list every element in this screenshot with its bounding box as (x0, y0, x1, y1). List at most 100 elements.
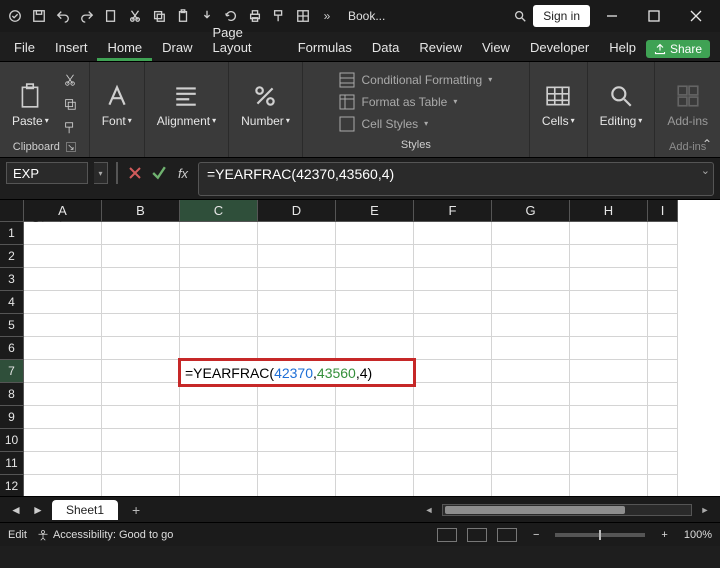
borders-icon[interactable] (292, 5, 314, 27)
scroll-left-icon[interactable]: ◄ (422, 503, 436, 517)
select-all-corner[interactable] (0, 200, 24, 222)
copy-button[interactable] (59, 95, 81, 113)
tab-formulas[interactable]: Formulas (288, 34, 362, 61)
row-header-1[interactable]: 1 (0, 222, 24, 245)
column-header-B[interactable]: B (102, 200, 180, 222)
more-commands-icon[interactable]: » (316, 5, 338, 27)
worksheet[interactable]: ABCDEFGHI 123456789101112 Start DateEnd … (0, 200, 720, 496)
new-file-icon[interactable] (100, 5, 122, 27)
cut-icon[interactable] (124, 5, 146, 27)
tab-review[interactable]: Review (409, 34, 472, 61)
formula-input[interactable]: =YEARFRAC(42370,43560,4) (198, 162, 714, 196)
editing-button[interactable]: Editing▾ (596, 80, 647, 128)
expand-formula-bar-icon[interactable]: ⌄ (701, 164, 710, 177)
minimize-icon[interactable] (592, 0, 632, 32)
row-header-6[interactable]: 6 (0, 337, 24, 360)
addins-button[interactable]: Add-ins (663, 80, 712, 128)
prev-sheet-icon[interactable]: ◄ (8, 503, 24, 517)
column-header-E[interactable]: E (336, 200, 414, 222)
cell-styles-button[interactable]: Cell Styles ▾ (339, 116, 492, 132)
alignment-icon (171, 80, 201, 112)
save-icon[interactable] (28, 5, 50, 27)
group-clipboard: Paste▾ Clipboard ↘ (0, 62, 90, 157)
row-header-5[interactable]: 5 (0, 314, 24, 337)
font-button[interactable]: Font▾ (98, 80, 136, 128)
horizontal-scrollbar[interactable] (442, 504, 692, 516)
next-sheet-icon[interactable]: ► (30, 503, 46, 517)
row-header-8[interactable]: 8 (0, 383, 24, 406)
fx-icon[interactable]: fx (174, 162, 192, 184)
scrollbar-thumb[interactable] (445, 506, 625, 514)
row-header-10[interactable]: 10 (0, 429, 24, 452)
conditional-formatting-button[interactable]: Conditional Formatting ▾ (339, 72, 492, 88)
column-header-I[interactable]: I (648, 200, 678, 222)
cells-button[interactable]: Cells▾ (538, 80, 579, 128)
column-header-H[interactable]: H (570, 200, 648, 222)
row-header-11[interactable]: 11 (0, 452, 24, 475)
undo-icon[interactable] (52, 5, 74, 27)
cancel-icon[interactable] (126, 162, 144, 184)
cell-grid[interactable]: Start DateEnd DateFraction42370424610.25… (24, 222, 102, 496)
scroll-right-icon[interactable]: ► (698, 503, 712, 517)
tab-insert[interactable]: Insert (45, 34, 98, 61)
row-headers: 123456789101112 (0, 222, 24, 496)
maximize-icon[interactable] (634, 0, 674, 32)
addins-icon (673, 80, 703, 112)
copy-icon[interactable] (148, 5, 170, 27)
tab-file[interactable]: File (4, 34, 45, 61)
tab-draw[interactable]: Draw (152, 34, 202, 61)
column-header-D[interactable]: D (258, 200, 336, 222)
sign-in-button[interactable]: Sign in (533, 5, 590, 27)
search-icon[interactable] (509, 5, 531, 27)
close-icon[interactable] (676, 0, 716, 32)
editing-cell[interactable]: =YEARFRAC(42370,43560,4) (178, 358, 416, 387)
row-header-7[interactable]: 7 (0, 360, 24, 383)
row-header-3[interactable]: 3 (0, 268, 24, 291)
tab-developer[interactable]: Developer (520, 34, 599, 61)
row-header-4[interactable]: 4 (0, 291, 24, 314)
collapse-ribbon-icon[interactable]: ⌃ (702, 137, 712, 151)
name-box-dropdown[interactable]: ▾ (94, 162, 108, 184)
dialog-launcher-icon[interactable]: ↘ (66, 142, 76, 152)
tab-page-layout[interactable]: Page Layout (203, 19, 288, 61)
name-box[interactable]: EXP (6, 162, 88, 184)
clipboard-group-label: Clipboard (13, 141, 60, 153)
page-layout-view-icon[interactable] (467, 528, 487, 542)
row-header-2[interactable]: 2 (0, 245, 24, 268)
format-painter-button[interactable] (59, 119, 81, 137)
sheet-tab-bar: ◄ ► Sheet1 + ◄ ► (0, 496, 720, 522)
add-sheet-icon[interactable]: + (124, 502, 148, 518)
zoom-level[interactable]: 100% (684, 529, 712, 541)
group-font: Font▾ . (90, 62, 145, 157)
paste-icon[interactable] (172, 5, 194, 27)
paste-button[interactable]: Paste▾ (8, 80, 53, 128)
cut-button[interactable] (59, 71, 81, 89)
accessibility-status[interactable]: Accessibility: Good to go (37, 529, 173, 541)
row-header-12[interactable]: 12 (0, 475, 24, 496)
page-break-view-icon[interactable] (497, 528, 517, 542)
chevron-down-icon: ▾ (453, 98, 457, 106)
format-as-table-button[interactable]: Format as Table ▾ (339, 94, 492, 110)
chevron-down-icon: ▾ (424, 120, 428, 128)
autosave-icon[interactable] (4, 5, 26, 27)
tab-view[interactable]: View (472, 34, 520, 61)
enter-icon[interactable] (150, 162, 168, 184)
column-header-C[interactable]: C (180, 200, 258, 222)
normal-view-icon[interactable] (437, 528, 457, 542)
column-header-G[interactable]: G (492, 200, 570, 222)
tab-data[interactable]: Data (362, 34, 409, 61)
tab-home[interactable]: Home (97, 34, 152, 61)
share-button[interactable]: Share (646, 40, 710, 58)
alignment-button[interactable]: Alignment▾ (153, 80, 220, 128)
document-title[interactable]: Book... (340, 9, 393, 23)
tab-help[interactable]: Help (599, 34, 646, 61)
zoom-in-icon[interactable]: + (655, 529, 673, 541)
zoom-out-icon[interactable]: − (527, 529, 545, 541)
number-button[interactable]: Number▾ (237, 80, 294, 128)
row-header-9[interactable]: 9 (0, 406, 24, 429)
redo-icon[interactable] (76, 5, 98, 27)
sheet-tab-active[interactable]: Sheet1 (52, 500, 118, 520)
zoom-slider[interactable] (555, 533, 645, 537)
search-icon (606, 80, 636, 112)
column-header-F[interactable]: F (414, 200, 492, 222)
